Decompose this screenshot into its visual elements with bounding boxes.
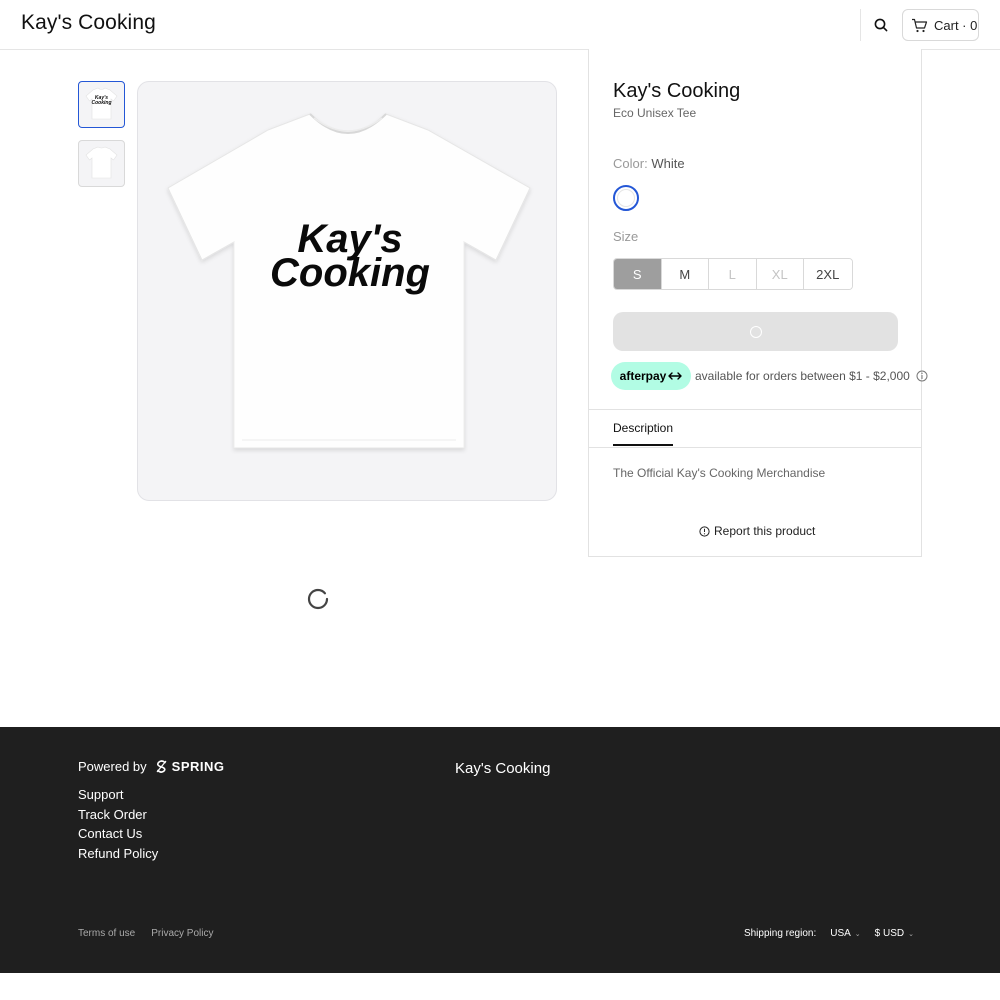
footer-link-track-order[interactable]: Track Order [78, 805, 158, 825]
color-label: Color: White [613, 156, 685, 171]
search-button[interactable] [869, 13, 893, 37]
region-select[interactable]: USA ⌄ [830, 928, 860, 939]
chevron-down-icon: ⌄ [908, 930, 914, 938]
size-option-xl[interactable]: XL [756, 259, 804, 289]
afterpay-text: available for orders between $1 - $2,000 [695, 369, 910, 383]
report-label: Report this product [714, 524, 816, 538]
legal-links: Terms of use Privacy Policy [78, 928, 214, 939]
search-icon [874, 18, 888, 32]
currency-select[interactable]: $ USD ⌄ [875, 928, 914, 939]
color-label-text: Color: [613, 156, 648, 171]
site-header: Kay's Cooking Cart · 0 [0, 0, 1000, 50]
product-title: Kay's Cooking [613, 80, 741, 102]
footer-link-support[interactable]: Support [78, 785, 158, 805]
afterpay-logo-text: afterpay [619, 369, 667, 383]
afterpay-badge[interactable]: afterpay [611, 362, 691, 390]
spring-logo-text: SPRING [171, 759, 225, 774]
shirt-print-line2: Cooking [270, 251, 430, 295]
header-divider [860, 9, 861, 41]
spring-logo-icon [156, 760, 167, 773]
powered-by-label: Powered by [78, 759, 147, 774]
product-description: The Official Kay's Cooking Merchandise [613, 466, 826, 480]
footer-link-contact-us[interactable]: Contact Us [78, 824, 158, 844]
site-footer: Powered by SPRING Support Track Order Co… [0, 727, 1000, 973]
terms-link[interactable]: Terms of use [78, 928, 135, 939]
product-image[interactable]: Kay's Cooking [137, 81, 557, 501]
cart-label: Cart · 0 [934, 17, 978, 33]
footer-link-refund-policy[interactable]: Refund Policy [78, 844, 158, 864]
tshirt-image: Kay's Cooking [167, 113, 531, 449]
product-details-panel: Kay's Cooking Eco Unisex Tee Color: Whit… [588, 49, 928, 557]
cart-button[interactable]: Cart · 0 [902, 9, 979, 41]
product-subtitle: Eco Unisex Tee [613, 106, 697, 120]
region-settings: Shipping region: USA ⌄ $ USD ⌄ [744, 928, 914, 939]
loading-spinner-icon [749, 325, 762, 338]
swatch-fill [617, 189, 635, 207]
afterpay-arrows-icon [668, 372, 683, 380]
footer-links: Support Track Order Contact Us Refund Po… [78, 785, 158, 863]
color-value: White [651, 156, 685, 171]
add-to-cart-button[interactable] [613, 312, 898, 351]
size-option-m[interactable]: M [661, 259, 709, 289]
thumbnail-front[interactable]: Kay's Cooking [78, 81, 125, 128]
loading-spinner-icon [307, 588, 329, 610]
currency-value: $ USD [874, 928, 905, 939]
size-option-l[interactable]: L [709, 259, 757, 289]
tab-description[interactable]: Description [613, 421, 674, 446]
info-icon[interactable] [916, 370, 928, 382]
shipping-region-label: Shipping region: [743, 928, 817, 939]
color-swatch-white[interactable] [613, 185, 639, 211]
report-product-link[interactable]: Report this product [699, 524, 815, 538]
size-option-2xl[interactable]: 2XL [804, 259, 852, 289]
spring-logo[interactable]: SPRING [155, 759, 225, 774]
product-tabs: Description [589, 409, 921, 448]
region-value: USA [830, 928, 851, 939]
thumb-text-line2: Cooking [92, 100, 112, 106]
afterpay-message: afterpay available for orders between $1… [611, 362, 928, 390]
privacy-link[interactable]: Privacy Policy [151, 928, 213, 939]
chevron-down-icon: ⌄ [854, 930, 861, 938]
alert-circle-icon [699, 525, 710, 537]
store-brand[interactable]: Kay's Cooking [21, 11, 156, 35]
thumbnail-back[interactable] [78, 140, 125, 187]
size-option-s[interactable]: S [614, 259, 662, 289]
powered-by: Powered by SPRING [78, 759, 225, 774]
cart-icon [912, 18, 928, 32]
size-label: Size [613, 229, 639, 244]
tshirt-back-thumbnail [85, 146, 118, 179]
footer-brand[interactable]: Kay's Cooking [455, 760, 550, 777]
size-selector: S M L XL 2XL [613, 258, 853, 290]
tshirt-front-thumbnail: Kay's Cooking [85, 87, 118, 120]
